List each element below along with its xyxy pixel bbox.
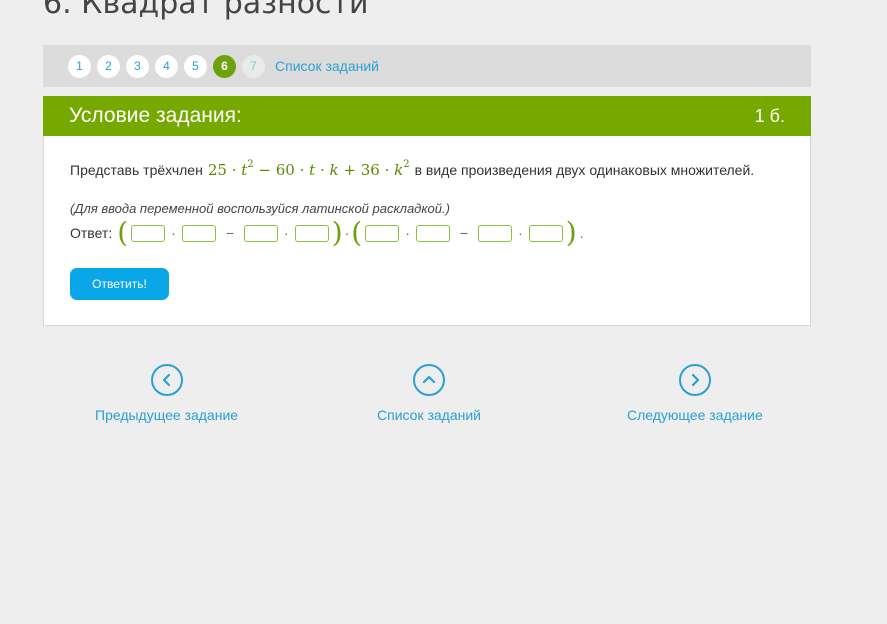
layout-hint: (Для ввода переменной воспользуйся латин… bbox=[70, 201, 450, 216]
expr-coef-2: 60 bbox=[275, 161, 295, 179]
task-points: 1 б. bbox=[754, 105, 785, 126]
chevron-up-icon bbox=[413, 364, 445, 396]
answer-input-7[interactable] bbox=[478, 224, 513, 242]
expr-coef-3: 36 bbox=[360, 161, 380, 179]
task-number-6-active[interactable]: 6 bbox=[213, 54, 236, 78]
expr-coef-1: 25 bbox=[207, 161, 227, 179]
minus-operator: − bbox=[225, 225, 235, 241]
expr-exp-4: 2 bbox=[403, 159, 410, 170]
end-period: . bbox=[579, 225, 584, 241]
task-list-nav-link[interactable]: Список заданий bbox=[377, 364, 481, 423]
expr-var-2: t bbox=[309, 161, 316, 179]
chevron-right-icon bbox=[678, 364, 711, 396]
open-paren: ( bbox=[117, 216, 129, 249]
expr-var-4: k bbox=[394, 161, 404, 179]
answer-row: Ответ: ( · − · ) · ( · − · ) . bbox=[70, 217, 584, 249]
answer-input-1[interactable] bbox=[131, 224, 166, 242]
dot-operator: · bbox=[171, 225, 176, 241]
task-card: Условие задания: 1 б. Представь трёхчлен… bbox=[43, 96, 811, 326]
task-list-link[interactable]: Список заданий bbox=[275, 58, 379, 74]
dot-operator: · bbox=[518, 225, 523, 241]
minus-operator: − bbox=[459, 225, 469, 241]
submit-answer-button[interactable]: Ответить! bbox=[70, 268, 169, 300]
answer-label: Ответ: bbox=[70, 225, 113, 241]
task-list-nav-label: Список заданий bbox=[377, 407, 482, 423]
answer-input-4[interactable] bbox=[294, 224, 329, 242]
task-number-2[interactable]: 2 bbox=[97, 54, 120, 78]
page-title: 6. Квадрат разности bbox=[43, 0, 369, 21]
task-number-1[interactable]: 1 bbox=[68, 54, 91, 78]
dot-operator: · bbox=[344, 225, 350, 241]
task-expression: 25 · t2 − 60 · t · k + 36 · k2 bbox=[207, 159, 410, 179]
task-number-7[interactable]: 7 bbox=[242, 54, 265, 78]
answer-input-2[interactable] bbox=[181, 224, 216, 242]
chevron-left-icon bbox=[150, 364, 183, 396]
task-text-before: Представь трёхчлен bbox=[70, 162, 203, 178]
next-task-link[interactable]: Следующее задание bbox=[627, 364, 763, 423]
dot-operator: · bbox=[284, 225, 289, 241]
answer-input-8[interactable] bbox=[528, 224, 563, 242]
close-paren: ) bbox=[331, 216, 343, 249]
task-statement: Представь трёхчлен 25 · t2 − 60 · t · k … bbox=[70, 159, 755, 179]
task-text-after: в виде произведения двух одинаковых множ… bbox=[414, 162, 755, 178]
prev-task-label: Предыдущее задание bbox=[95, 407, 239, 423]
dot-operator: · bbox=[405, 225, 410, 241]
prev-task-link[interactable]: Предыдущее задание bbox=[95, 364, 238, 423]
next-task-label: Следующее задание bbox=[627, 407, 763, 423]
task-pager: 1 2 3 4 5 6 7 Список заданий bbox=[43, 45, 811, 87]
close-paren: ) bbox=[565, 216, 577, 249]
answer-input-6[interactable] bbox=[415, 224, 450, 242]
expr-var-3: k bbox=[329, 161, 339, 179]
open-paren: ( bbox=[351, 216, 363, 249]
answer-input-3[interactable] bbox=[244, 224, 279, 242]
expr-exp-1: 2 bbox=[247, 159, 254, 170]
task-number-3[interactable]: 3 bbox=[126, 54, 149, 78]
task-number-4[interactable]: 4 bbox=[155, 54, 178, 78]
answer-input-5[interactable] bbox=[365, 224, 400, 242]
task-condition-title: Условие задания: bbox=[69, 104, 242, 127]
task-card-header: Условие задания: 1 б. bbox=[43, 96, 811, 136]
task-number-5[interactable]: 5 bbox=[184, 54, 207, 78]
